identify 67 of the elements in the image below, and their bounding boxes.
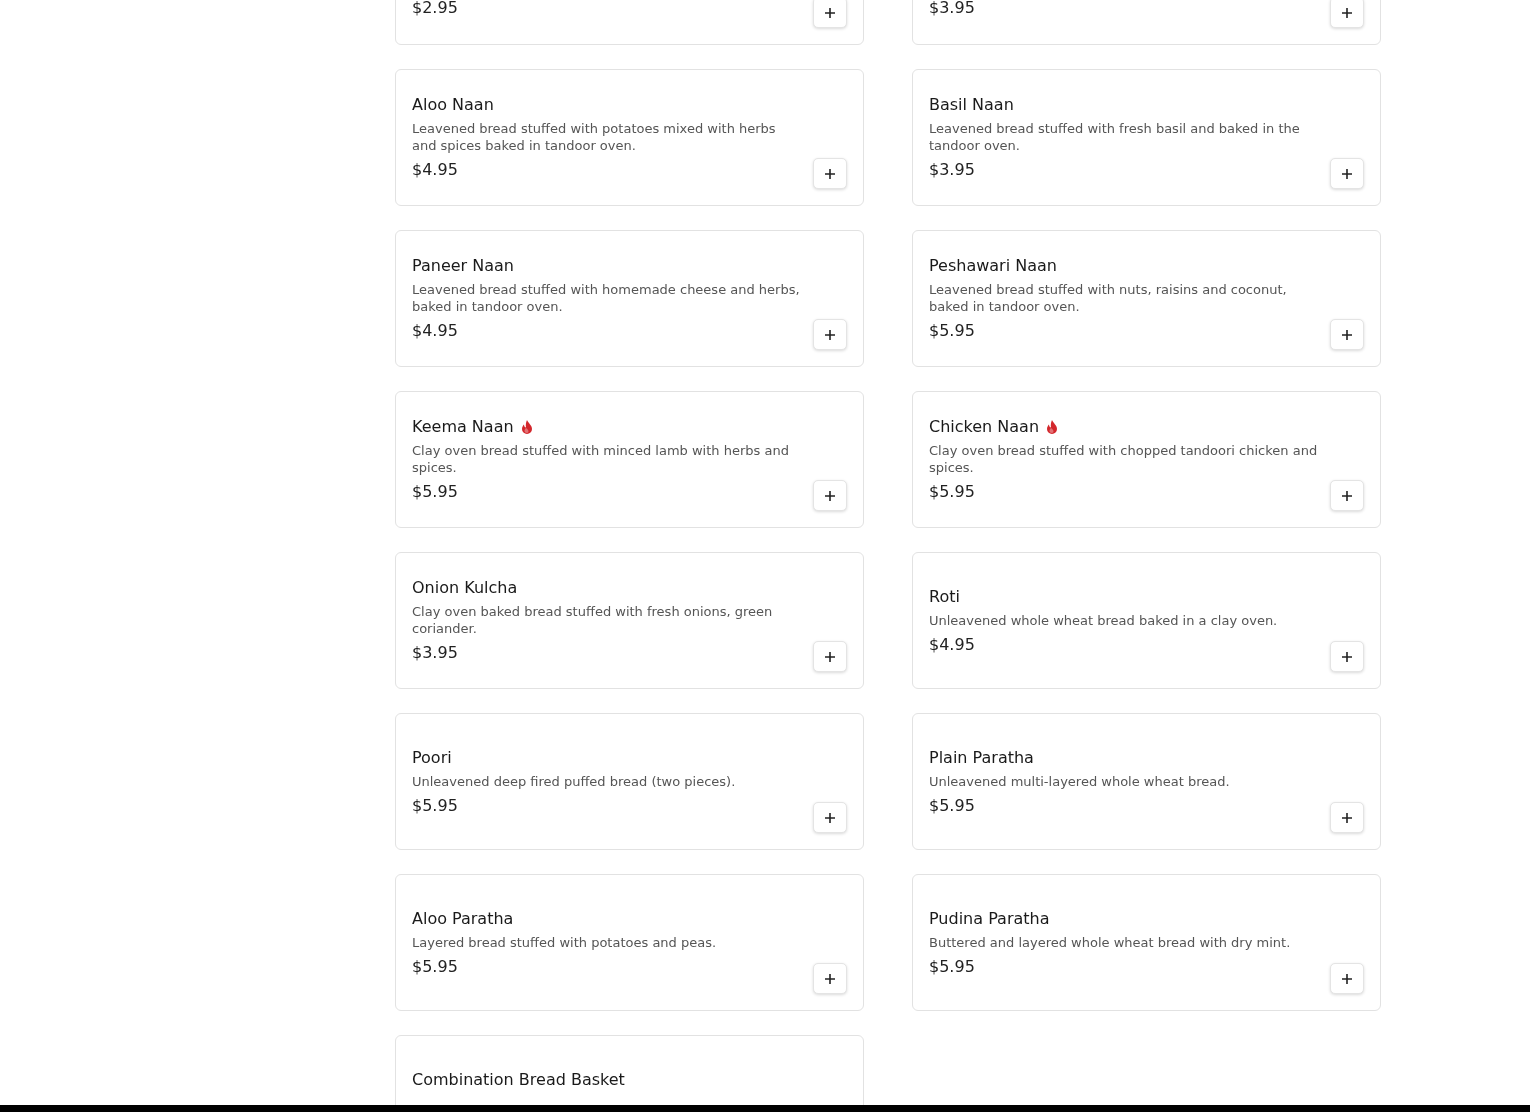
item-name: Chicken Naan bbox=[929, 417, 1040, 436]
item-price: $5.95 bbox=[412, 482, 459, 502]
item-description: Leavened bread stuffed with fresh basil and baked in the tandoor oven. bbox=[929, 120, 1301, 154]
item-name: Onion Kulcha bbox=[412, 578, 518, 597]
item-price: $5.95 bbox=[929, 482, 976, 502]
item-description: Unleavened whole wheat bread baked in a clay oven. bbox=[929, 611, 1279, 629]
item-price: $5.95 bbox=[412, 956, 459, 977]
item-name: Plain Paratha bbox=[929, 747, 1034, 767]
plus-icon bbox=[1341, 972, 1353, 985]
add-button[interactable] bbox=[1330, 802, 1364, 833]
item-name: Peshawari Naan bbox=[929, 256, 1057, 275]
item-price: $3.95 bbox=[412, 643, 459, 663]
item-price: $3.95 bbox=[929, 0, 976, 18]
add-button[interactable] bbox=[1330, 963, 1364, 994]
item-price: $3.95 bbox=[929, 160, 976, 180]
item-name: Keema Naan bbox=[412, 417, 514, 436]
add-button[interactable] bbox=[813, 641, 847, 672]
add-button[interactable] bbox=[1330, 158, 1364, 189]
plus-icon bbox=[824, 811, 836, 824]
plus-icon bbox=[1341, 811, 1353, 824]
item-name: Pudina Paratha bbox=[929, 908, 1050, 928]
item-name: Aloo Paratha bbox=[412, 908, 514, 928]
item-description: Unleavened deep fired puffed bread (two pieces). bbox=[412, 772, 737, 790]
item-price: $5.95 bbox=[929, 795, 976, 816]
item-description: Leavened bread stuffed with nuts, raisins and coconut, baked in tandoor oven. bbox=[929, 281, 1288, 315]
item-description: Clay oven bread stuffed with chopped tandoori chicken and spices. bbox=[929, 442, 1319, 476]
plus-icon bbox=[1341, 6, 1353, 19]
add-button[interactable] bbox=[813, 802, 847, 833]
item-price: $4.95 bbox=[412, 321, 459, 341]
item-name: Poori bbox=[412, 747, 452, 767]
plus-icon bbox=[824, 650, 836, 663]
plus-icon bbox=[824, 972, 836, 985]
add-button[interactable] bbox=[813, 319, 847, 350]
add-button[interactable] bbox=[1330, 0, 1364, 28]
item-price: $4.95 bbox=[929, 634, 976, 655]
plus-icon bbox=[1341, 650, 1353, 663]
item-description: Clay oven baked bread stuffed with fresh onions, green coriander. bbox=[412, 603, 774, 637]
plus-icon bbox=[1341, 167, 1353, 180]
plus-icon bbox=[1341, 489, 1353, 502]
plus-icon bbox=[1341, 328, 1353, 341]
item-name: Aloo Naan bbox=[412, 95, 494, 114]
add-button[interactable] bbox=[813, 158, 847, 189]
add-button[interactable] bbox=[1330, 480, 1364, 511]
add-button[interactable] bbox=[813, 0, 847, 28]
plus-icon bbox=[824, 167, 836, 180]
item-price: $2.95 bbox=[412, 0, 459, 18]
add-button[interactable] bbox=[813, 480, 847, 511]
item-description: Unleavened multi-layered whole wheat bread. bbox=[929, 772, 1231, 790]
item-name: Roti bbox=[929, 586, 960, 606]
item-description: Leavened bread stuffed with homemade cheese and herbs, baked in tandoor oven. bbox=[412, 281, 801, 315]
add-button[interactable] bbox=[813, 963, 847, 994]
item-price: $5.95 bbox=[929, 956, 976, 977]
item-description: Layered bread stuffed with potatoes and peas. bbox=[412, 933, 718, 951]
item-name: Combination Bread Basket bbox=[412, 1070, 625, 1089]
add-button[interactable] bbox=[1330, 319, 1364, 350]
item-description: Leavened bread stuffed with potatoes mixed with herbs and spices baked in tandoor oven. bbox=[412, 120, 777, 154]
plus-icon bbox=[824, 489, 836, 502]
item-price: $4.95 bbox=[412, 160, 459, 180]
item-price: $5.95 bbox=[929, 321, 976, 341]
item-name: Paneer Naan bbox=[412, 256, 514, 275]
plus-icon bbox=[824, 328, 836, 341]
item-name: Basil Naan bbox=[929, 95, 1014, 114]
item-description: Clay oven bread stuffed with minced lamb with herbs and spices. bbox=[412, 442, 790, 476]
plus-icon bbox=[824, 6, 836, 19]
item-description: Buttered and layered whole wheat bread with dry mint. bbox=[929, 933, 1292, 951]
item-price: $5.95 bbox=[412, 795, 459, 816]
add-button[interactable] bbox=[1330, 641, 1364, 672]
